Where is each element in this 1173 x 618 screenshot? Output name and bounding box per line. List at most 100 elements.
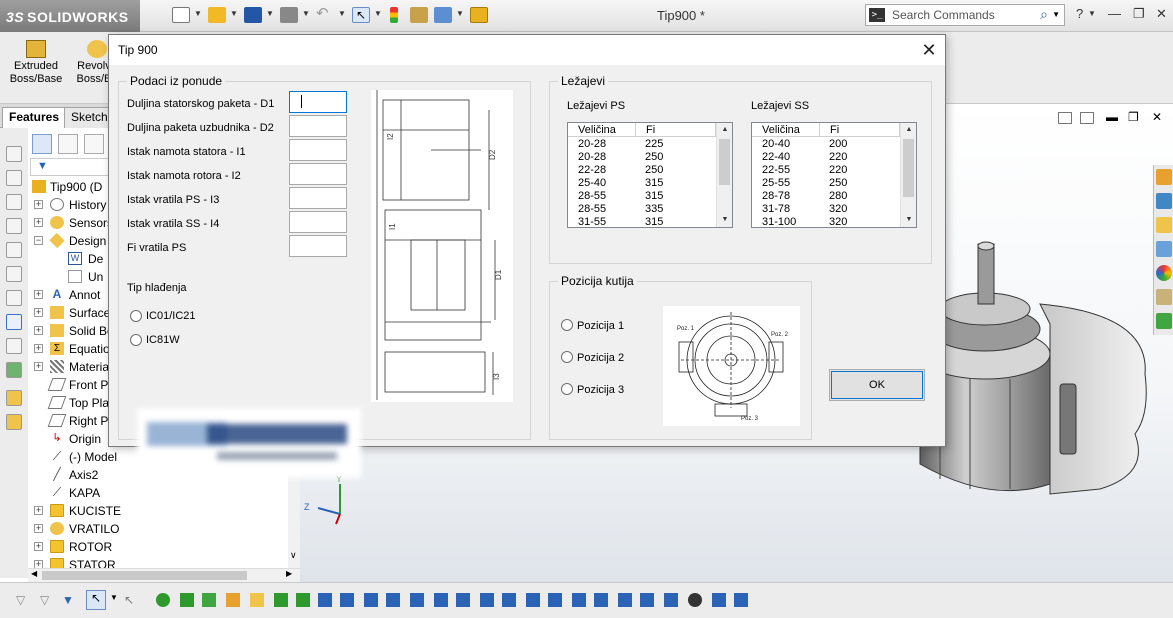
surface-filter-icon[interactable] — [226, 593, 240, 607]
filter-icon[interactable]: ▼ — [62, 593, 76, 607]
weld-symbol-filter-icon[interactable] — [526, 593, 540, 607]
vertex-filter-icon[interactable] — [156, 593, 170, 607]
tree-horizontal-scrollbar[interactable]: ◀ ▶ — [28, 568, 300, 582]
scroll-up-icon[interactable]: ▲ — [901, 123, 916, 137]
list-item[interactable]: 20-28 250 — [568, 151, 718, 164]
view-cube-icon[interactable] — [6, 146, 22, 162]
chevron-down-icon[interactable]: ▼ — [338, 9, 346, 18]
i3-input[interactable] — [289, 187, 347, 209]
view-cube-icon[interactable] — [6, 290, 22, 306]
extruded-boss-base-button[interactable]: Extruded Boss/Base — [1, 40, 71, 86]
minimize-button[interactable]: ▬ — [1106, 110, 1118, 124]
search-icon[interactable]: ⌕ — [1040, 6, 1048, 23]
cooling-ic01-radio[interactable] — [130, 310, 142, 322]
options-icon[interactable] — [434, 7, 452, 23]
chevron-down-icon[interactable]: ▼ — [302, 9, 310, 18]
property-manager-icon[interactable] — [58, 134, 78, 154]
save-icon[interactable] — [244, 7, 262, 23]
axis-filter-icon[interactable] — [274, 593, 288, 607]
position-3-radio[interactable] — [561, 383, 573, 395]
view-cube-icon[interactable] — [6, 266, 22, 282]
dimension-filter-icon[interactable] — [434, 593, 448, 607]
chevron-down-icon[interactable]: ▼ — [194, 9, 202, 18]
scroll-down-icon[interactable]: ▼ — [901, 213, 916, 227]
select-cursor-icon[interactable]: ↖ — [86, 590, 106, 610]
chevron-down-icon[interactable]: ▼ — [110, 593, 124, 607]
tile-icon[interactable] — [1058, 112, 1072, 124]
chevron-down-icon[interactable]: ▼ — [230, 9, 238, 18]
d2-input[interactable] — [289, 115, 347, 137]
expand-icon[interactable]: + — [34, 542, 43, 551]
scroll-up-icon[interactable]: ▲ — [717, 123, 732, 137]
expand-icon[interactable]: + — [34, 344, 43, 353]
search-commands-box[interactable]: >_ Search Commands ⌕ ▼ — [865, 4, 1065, 26]
featuremanager-tree-icon[interactable] — [32, 134, 52, 154]
list-item[interactable]: 20-40 200 — [752, 138, 902, 151]
sketch-point-filter-icon[interactable] — [340, 593, 354, 607]
select-other-icon[interactable]: ↖ — [124, 593, 138, 607]
face-filter-icon[interactable] — [202, 593, 216, 607]
list-scrollbar[interactable]: ▲ ▼ — [900, 123, 916, 227]
column-header-size[interactable]: Veličina — [752, 123, 820, 137]
feature-icon[interactable] — [6, 362, 22, 378]
appearances-icon[interactable] — [1156, 265, 1172, 281]
bearings-ss-list[interactable]: Veličina Fi 20-40 200 22-40 220 22-55 220 2… — [751, 122, 917, 228]
forum-icon[interactable] — [1156, 313, 1172, 329]
bearings-ps-list[interactable]: Veličina Fi 20-28 225 20-28 250 22-28 250 2… — [567, 122, 733, 228]
center-mark-filter-icon[interactable] — [410, 593, 424, 607]
filter-icon[interactable]: ▽ — [40, 593, 54, 607]
chevron-down-icon[interactable]: ▼ — [374, 9, 382, 18]
configuration-manager-icon[interactable] — [84, 134, 104, 154]
expand-icon[interactable]: + — [34, 308, 43, 317]
point-filter-icon[interactable] — [318, 593, 332, 607]
dowel-pin-filter-icon[interactable] — [618, 593, 632, 607]
datum-filter-icon[interactable] — [548, 593, 562, 607]
position-1-label[interactable]: Pozicija 1 — [577, 320, 624, 332]
surface-finish-filter-icon[interactable] — [456, 593, 470, 607]
feature-icon[interactable] — [6, 390, 22, 406]
list-item[interactable]: 25-55 250 — [752, 177, 902, 190]
list-item[interactable]: 25-40 315 — [568, 177, 718, 190]
cooling-ic81w-radio[interactable] — [130, 334, 142, 346]
feature-icon[interactable] — [6, 414, 22, 430]
undo-icon[interactable]: ↶ — [316, 6, 334, 23]
sketch-segment-filter-icon[interactable] — [364, 593, 378, 607]
d1-input[interactable] — [289, 91, 347, 113]
edge-filter-icon[interactable] — [180, 593, 194, 607]
list-item[interactable]: 22-40 220 — [752, 151, 902, 164]
list-scrollbar[interactable]: ▲ ▼ — [716, 123, 732, 227]
sketch-relation-icon[interactable] — [6, 338, 22, 354]
expand-icon[interactable]: + — [34, 200, 43, 209]
i1-input[interactable] — [289, 139, 347, 161]
position-3-label[interactable]: Pozicija 3 — [577, 384, 624, 396]
list-item[interactable]: 20-28 225 — [568, 138, 718, 151]
mesh-filter-icon[interactable] — [688, 593, 702, 607]
view-cube-icon[interactable] — [6, 218, 22, 234]
chevron-down-icon[interactable]: ∨ — [290, 550, 297, 561]
rebuild-traffic-light-icon[interactable] — [390, 7, 398, 23]
expand-icon[interactable]: + — [34, 362, 43, 371]
home-icon[interactable] — [1156, 169, 1172, 185]
list-item[interactable]: 22-55 220 — [752, 164, 902, 177]
file-properties-icon[interactable] — [410, 7, 428, 23]
close-button[interactable]: ✕ — [1156, 6, 1167, 22]
chevron-down-icon[interactable]: ▼ — [266, 9, 274, 18]
list-item[interactable]: 28-55 335 — [568, 203, 718, 216]
tile-icon[interactable] — [1080, 112, 1094, 124]
fi-ps-input[interactable] — [289, 235, 347, 257]
minimize-button[interactable]: — — [1108, 6, 1121, 21]
filter-icon[interactable]: ▽ — [16, 593, 30, 607]
chevron-right-icon[interactable]: ▶ — [286, 569, 292, 578]
clear-filter-icon[interactable] — [734, 593, 748, 607]
expand-icon[interactable]: + — [34, 218, 43, 227]
position-1-radio[interactable] — [561, 319, 573, 331]
i2-input[interactable] — [289, 163, 347, 185]
resources-icon[interactable] — [1156, 193, 1172, 209]
list-item[interactable]: 28-78 280 — [752, 190, 902, 203]
chevron-left-icon[interactable]: ◀ — [31, 569, 37, 578]
macro-icon[interactable] — [470, 7, 488, 23]
new-document-icon[interactable] — [172, 7, 190, 23]
list-item[interactable]: 28-55 315 — [568, 190, 718, 203]
close-button[interactable]: ✕ — [1152, 110, 1162, 124]
view-palette-icon[interactable] — [1156, 241, 1172, 257]
